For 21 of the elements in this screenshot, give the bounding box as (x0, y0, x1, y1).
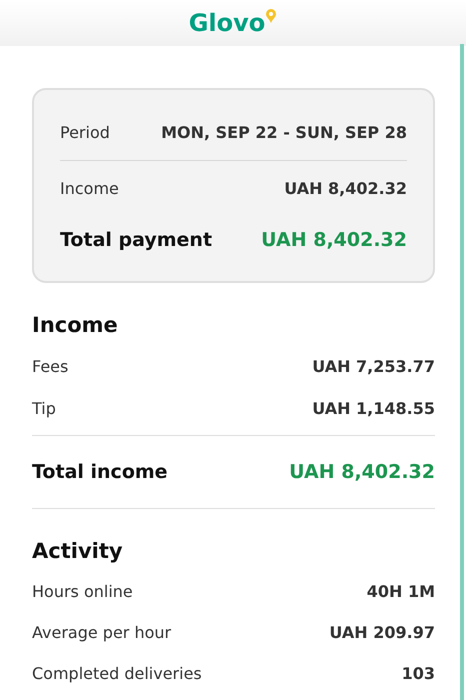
row-label: Income (60, 178, 119, 198)
row-value: UAH 209.97 (329, 623, 435, 642)
row-label: Completed deliveries (32, 664, 202, 683)
row-label: Tip (32, 398, 56, 418)
row-value: 40H 1M (366, 582, 435, 601)
row-value: 103 (402, 664, 435, 683)
row-value: UAH 8,402.32 (284, 178, 407, 198)
row-label: Average per hour (32, 623, 172, 642)
row-label: Fees (32, 356, 68, 376)
row-value: UAH 7,253.77 (312, 356, 435, 376)
row-label: Period (60, 122, 110, 142)
logo: Glovo (188, 8, 278, 38)
row-value: MON, SEP 22 - SUN, SEP 28 (161, 122, 407, 142)
row-value: UAH 8,402.32 (261, 229, 407, 251)
row-value: UAH 8,402.32 (289, 461, 435, 483)
row-label: Total income (32, 461, 168, 483)
row-label: Total payment (60, 229, 212, 251)
section-title: Activity (32, 538, 124, 565)
row-label: Hours online (32, 582, 133, 601)
section-title: Income (32, 312, 119, 339)
row-value: UAH 1,148.55 (312, 398, 435, 418)
